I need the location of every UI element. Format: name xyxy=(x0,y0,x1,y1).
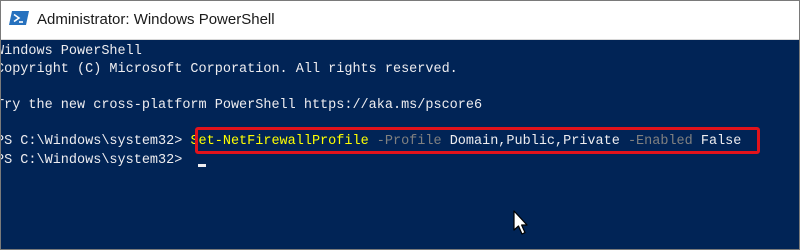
prompt-text: PS C:\Windows\system32> xyxy=(1,134,191,149)
text-cursor xyxy=(198,164,206,167)
powershell-window: Administrator: Windows PowerShell Window… xyxy=(0,0,800,250)
mouse-pointer-icon xyxy=(513,210,528,235)
banner-line-copyright: Copyright (C) Microsoft Corporation. All… xyxy=(1,62,458,77)
command-highlight-box xyxy=(195,127,760,154)
window-title: Administrator: Windows PowerShell xyxy=(37,11,275,28)
console-area[interactable]: Windows PowerShell Copyright (C) Microso… xyxy=(1,40,799,249)
prompt-text-2: PS C:\Windows\system32> xyxy=(1,153,191,168)
banner-line-pscore: Try the new cross-platform PowerShell ht… xyxy=(1,98,483,113)
powershell-icon xyxy=(9,11,29,25)
banner-line-title: Windows PowerShell xyxy=(1,44,142,59)
title-bar[interactable]: Administrator: Windows PowerShell xyxy=(1,1,799,40)
prompt-line: PS C:\Windows\system32> xyxy=(1,151,190,170)
